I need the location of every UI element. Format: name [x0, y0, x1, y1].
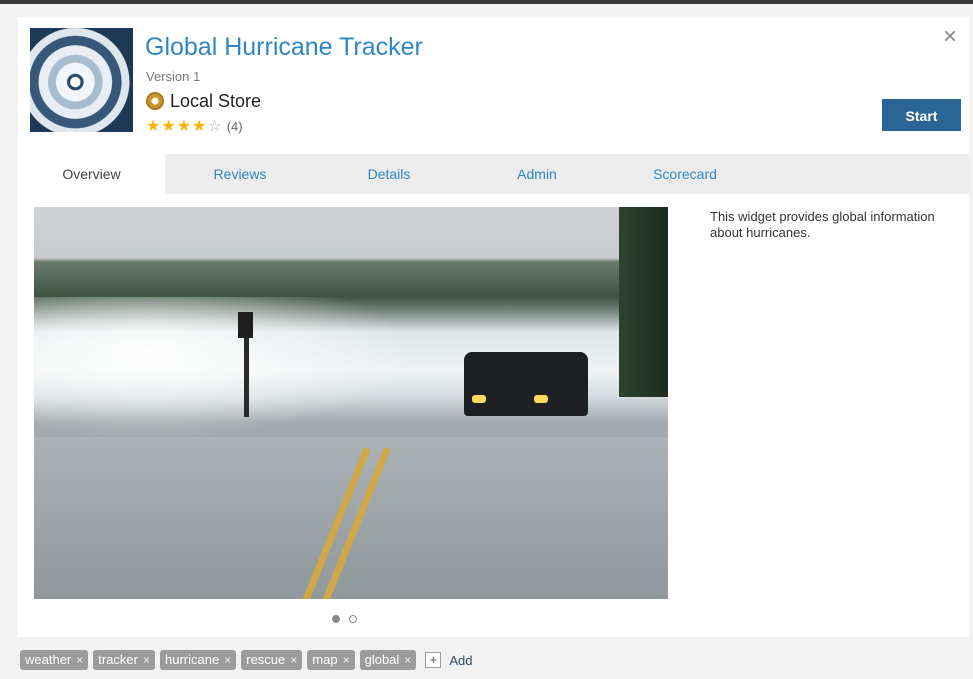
star-empty-icon: ☆: [207, 118, 223, 135]
tag-chip: rescue ×: [241, 650, 303, 670]
remove-tag-icon[interactable]: ×: [224, 650, 231, 670]
widget-header: Global Hurricane Tracker Version 1 Local…: [18, 17, 969, 144]
tab-admin[interactable]: Admin: [463, 154, 611, 194]
tag-chip: hurricane ×: [160, 650, 237, 670]
tag-label: rescue: [246, 652, 286, 667]
widget-version: Version 1: [146, 69, 201, 84]
tab-scorecard[interactable]: Scorecard: [611, 154, 759, 194]
tag-label: tracker: [98, 652, 138, 667]
tab-reviews[interactable]: Reviews: [165, 154, 315, 194]
remove-tag-icon[interactable]: ×: [76, 650, 83, 670]
remove-tag-icon[interactable]: ×: [343, 650, 350, 670]
tag-chip: map ×: [307, 650, 355, 670]
image-headlight: [534, 395, 548, 403]
add-tag-icon[interactable]: +: [425, 652, 442, 668]
image-wave-spray: [34, 297, 414, 437]
star-icon: ★: [176, 118, 193, 135]
tag-label: hurricane: [165, 652, 220, 667]
star-rating: ★★★★☆: [146, 116, 223, 136]
tag-chip: weather ×: [20, 650, 89, 670]
star-icon: ★: [192, 118, 208, 135]
tab-bar: Overview Reviews Details Admin Scorecard: [18, 154, 969, 194]
carousel-pager: [332, 615, 357, 623]
widget-detail-panel: Global Hurricane Tracker Version 1 Local…: [18, 17, 969, 637]
image-truck: [464, 352, 588, 416]
tab-details[interactable]: Details: [315, 154, 463, 194]
store-source: Local Store: [146, 90, 261, 112]
tag-label: global: [364, 652, 400, 667]
carousel-dot-1[interactable]: [332, 615, 340, 623]
screenshot-image: [34, 207, 668, 599]
top-border: [0, 0, 973, 4]
tag-chip: global ×: [359, 650, 417, 670]
store-name: Local Store: [170, 90, 262, 111]
carousel-dot-2[interactable]: [349, 615, 357, 623]
store-icon: [146, 92, 164, 110]
hurricane-thumbnail: [30, 28, 133, 132]
tag-label: map: [312, 652, 338, 667]
start-button[interactable]: Start: [882, 99, 961, 131]
close-button[interactable]: ×: [939, 25, 961, 49]
add-tag-link[interactable]: Add: [449, 653, 472, 668]
tag-label: weather: [25, 652, 72, 667]
widget-description: This widget provides global information …: [710, 209, 935, 240]
star-icon: ★: [161, 118, 177, 135]
tag-list: weather × tracker × hurricane × rescue × map…: [20, 650, 472, 670]
tab-overview[interactable]: Overview: [18, 154, 165, 194]
image-trees: [619, 207, 668, 397]
image-sign: [238, 312, 253, 338]
widget-title: Global Hurricane Tracker: [145, 33, 423, 61]
remove-tag-icon[interactable]: ×: [143, 650, 150, 670]
remove-tag-icon[interactable]: ×: [404, 650, 411, 670]
image-road: [34, 437, 668, 599]
rating-count: (4): [226, 118, 243, 134]
tag-chip: tracker ×: [93, 650, 156, 670]
star-icon: ★: [146, 118, 162, 135]
image-headlight: [472, 395, 486, 403]
rating: ★★★★☆ (4): [146, 116, 243, 136]
remove-tag-icon[interactable]: ×: [290, 650, 297, 670]
